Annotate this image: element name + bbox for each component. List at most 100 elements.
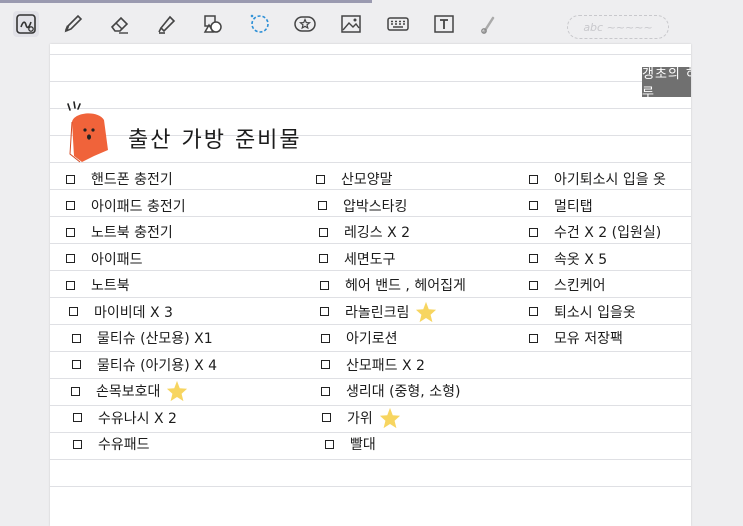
checklist-item[interactable]: 헤어 밴드 , 헤어집게	[320, 274, 466, 296]
star-sticker-icon	[416, 301, 437, 322]
checkbox[interactable]	[66, 254, 75, 263]
checklist-item[interactable]: 수건 X 2 (입원실)	[529, 221, 661, 243]
checklist-item[interactable]: 멀티탭	[529, 195, 593, 217]
checklist-item[interactable]: 라놀린크림	[320, 301, 437, 323]
checklist-item-label: 아이패드	[91, 251, 143, 268]
checklist-item-label: 핸드폰 충전기	[91, 172, 173, 188]
checkbox[interactable]	[73, 439, 82, 449]
checklist-item-label: 산모패드 X 2	[346, 357, 425, 374]
checklist-item[interactable]: 핸드폰 충전기	[66, 168, 173, 190]
checklist-item[interactable]: 세면도구	[319, 248, 396, 270]
star-sticker-icon	[379, 407, 400, 428]
checklist-item-label: 아기퇴소시 입을 옷	[554, 172, 666, 188]
checkbox[interactable]	[320, 280, 329, 290]
highlighter-icon[interactable]	[154, 11, 180, 37]
checklist-item-label: 압박스타킹	[343, 198, 408, 215]
image-icon[interactable]	[338, 11, 364, 37]
checklist-item[interactable]: 산모양말	[316, 168, 393, 190]
checkbox[interactable]	[318, 201, 327, 210]
checkbox[interactable]	[529, 333, 538, 343]
ruled-line	[50, 486, 691, 487]
pen-icon[interactable]	[60, 11, 86, 37]
checkbox[interactable]	[72, 333, 81, 343]
search-input[interactable]: abc ~~~~~	[567, 15, 669, 39]
checkbox[interactable]	[66, 201, 75, 210]
checklist-item-label: 가위	[347, 410, 373, 427]
lasso-icon[interactable]	[246, 11, 272, 37]
checklist-item[interactable]: 마이비데 X 3	[69, 301, 173, 323]
checklist-item-label: 노트북	[91, 278, 130, 294]
checklist-item[interactable]: 산모패드 X 2	[321, 354, 425, 376]
checklist-item[interactable]: 가위	[322, 407, 401, 429]
checkbox[interactable]	[322, 413, 331, 422]
checklist-item-label: 수유나시 X 2	[98, 410, 177, 427]
checkbox[interactable]	[321, 386, 330, 396]
checklist-item-label: 모유 저장팩	[554, 331, 623, 347]
checkbox[interactable]	[71, 386, 80, 396]
checklist-item[interactable]: 물티슈 (아기용) X 4	[72, 354, 217, 376]
checkbox[interactable]	[325, 439, 334, 449]
checklist-item[interactable]: 물티슈 (산모용) X1	[72, 327, 213, 349]
checklist-item[interactable]: 속옷 X 5	[529, 248, 607, 270]
laser-pointer-icon[interactable]	[475, 11, 501, 37]
checkbox[interactable]	[529, 174, 538, 184]
toolbar: abc ~~~~~	[0, 3, 743, 44]
checkbox[interactable]	[319, 227, 328, 237]
checklist-item[interactable]: 압박스타킹	[318, 195, 407, 217]
checkbox[interactable]	[529, 227, 538, 237]
checkbox[interactable]	[319, 254, 328, 263]
eraser-icon[interactable]	[107, 11, 133, 37]
checkbox[interactable]	[66, 280, 75, 290]
checkbox[interactable]	[69, 307, 78, 316]
checklist-item[interactable]: 손목보호대	[71, 380, 188, 402]
checkbox[interactable]	[72, 360, 81, 369]
checkbox[interactable]	[320, 307, 329, 316]
shapes-icon[interactable]	[200, 11, 226, 37]
checklist-item-label: 라놀린크림	[345, 304, 410, 321]
checklist-item[interactable]: 아기퇴소시 입을 옷	[529, 168, 666, 190]
checklist-item-label: 아이패드 충전기	[91, 198, 186, 215]
checkbox[interactable]	[66, 227, 75, 237]
checkbox[interactable]	[529, 254, 538, 263]
notebook-page[interactable]: 갱초의 하루 출산 가방 준비물 핸드폰 충전기아이패드 충전기노트북 충전기아…	[50, 44, 691, 526]
checklist-item[interactable]: 노트북	[66, 274, 130, 296]
checklist-item-label: 수유패드	[98, 437, 150, 453]
checkbox[interactable]	[529, 307, 538, 316]
checkbox[interactable]	[73, 413, 82, 422]
ruled-line	[50, 270, 691, 271]
checklist-item[interactable]: 빨대	[325, 433, 376, 455]
checklist-item[interactable]: 퇴소시 입을옷	[529, 301, 636, 323]
checklist-item[interactable]: 스킨케어	[529, 274, 606, 296]
ruled-line	[50, 378, 691, 379]
ruled-line	[50, 108, 691, 109]
checkbox[interactable]	[66, 174, 75, 184]
ruled-line	[50, 324, 691, 325]
sticker-icon[interactable]	[292, 11, 318, 37]
textbox-icon[interactable]	[431, 11, 457, 37]
handwriting-icon[interactable]	[13, 11, 39, 37]
checklist-item[interactable]: 레깅스 X 2	[319, 221, 410, 243]
checklist-item-label: 레깅스 X 2	[344, 225, 411, 241]
checkbox[interactable]	[529, 201, 538, 210]
keyboard-icon[interactable]	[385, 11, 411, 37]
checklist-item[interactable]: 노트북 충전기	[66, 221, 173, 243]
checklist-item[interactable]: 아이패드	[66, 248, 143, 270]
checklist-item-label: 물티슈 (산모용) X1	[97, 331, 213, 347]
checkbox[interactable]	[321, 333, 330, 343]
checklist-item[interactable]: 모유 저장팩	[529, 327, 623, 349]
checkbox[interactable]	[316, 174, 325, 184]
checkbox[interactable]	[529, 280, 538, 290]
checklist-item-label: 마이비데 X 3	[94, 304, 173, 321]
checklist-item[interactable]: 아이패드 충전기	[66, 195, 186, 217]
ruled-line	[50, 81, 691, 82]
checklist-item[interactable]: 생리대 (중형, 소형)	[321, 380, 460, 402]
checklist-item-label: 물티슈 (아기용) X 4	[97, 357, 218, 374]
checklist-item[interactable]: 수유패드	[73, 433, 150, 455]
mascot-icon	[67, 101, 108, 163]
ruled-line	[50, 162, 691, 163]
checklist-item[interactable]: 아기로션	[321, 327, 398, 349]
checklist-item-label: 퇴소시 입을옷	[554, 304, 636, 321]
checkbox[interactable]	[321, 360, 330, 369]
checklist-item-label: 빨대	[350, 437, 376, 453]
checklist-item[interactable]: 수유나시 X 2	[73, 407, 177, 429]
